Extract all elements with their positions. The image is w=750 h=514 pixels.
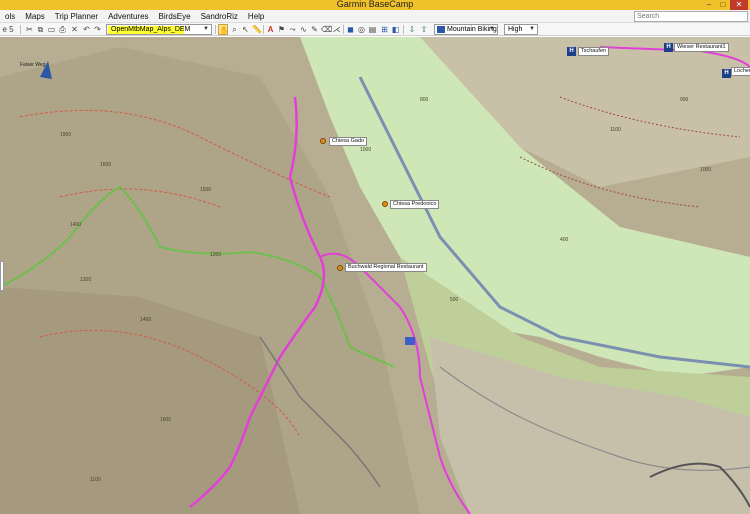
menu-adventures[interactable]: Adventures xyxy=(103,10,153,23)
search-input[interactable] xyxy=(634,11,748,22)
map-detail-label: High xyxy=(508,26,523,33)
chevron-down-icon: ▼ xyxy=(529,26,535,32)
menu-birdseye[interactable]: BirdsEye xyxy=(154,10,196,23)
contour-label: 1100 xyxy=(90,477,101,483)
toolbar-separator xyxy=(403,25,404,34)
contour-label: 1600 xyxy=(100,162,112,168)
contour-label: 1500 xyxy=(200,187,212,193)
contour-label: 1400 xyxy=(70,222,82,228)
toolbar: e 5 ✂ ⧉ ▭ ⎙ ✕ ↶ ↷ OpenMtbMap_Alps_DEM ▼ … xyxy=(0,23,750,36)
3d-view-icon[interactable]: ◧ xyxy=(391,24,400,35)
menu-sandroriz[interactable]: SandroRiz xyxy=(196,10,243,23)
hotel-icon[interactable]: H xyxy=(567,47,576,56)
route-tool-icon[interactable]: ⤳ xyxy=(288,24,297,35)
poi-marker[interactable] xyxy=(382,201,388,207)
split-tool-icon[interactable]: ⋌ xyxy=(332,24,341,35)
close-icon[interactable]: ✕ xyxy=(730,0,748,10)
zoom-tool-icon[interactable]: ⌕ xyxy=(230,24,239,35)
text-tool-icon[interactable]: A xyxy=(266,24,275,35)
minimize-icon[interactable]: – xyxy=(702,0,716,10)
select-tool-icon[interactable]: ↖ xyxy=(241,24,250,35)
contour-label: 1100 xyxy=(610,127,621,133)
map-view-icon[interactable]: ◼ xyxy=(346,24,355,35)
poi-tschaufen[interactable]: Tschaufen xyxy=(578,47,610,56)
redo-icon[interactable]: ↷ xyxy=(93,24,102,35)
hand-tool-icon[interactable]: ✋ xyxy=(218,24,229,35)
map-product-select[interactable]: OpenMtbMap_Alps_DEM ▼ xyxy=(106,24,212,35)
paste-icon[interactable]: ▭ xyxy=(47,24,56,35)
contour-label: 1300 xyxy=(80,277,92,283)
hotel-icon[interactable]: H xyxy=(664,43,673,52)
menu-trip-planner[interactable]: Trip Planner xyxy=(50,10,103,23)
contour-label: 1200 xyxy=(210,252,222,258)
eraser-tool-icon[interactable]: ⌫ xyxy=(321,24,332,35)
copy-icon[interactable]: ⧉ xyxy=(36,24,45,35)
print-icon[interactable]: ⎙ xyxy=(58,24,67,35)
menu-help[interactable]: Help xyxy=(243,10,269,23)
delete-icon[interactable]: ✕ xyxy=(70,24,79,35)
pencil-tool-icon[interactable]: ✎ xyxy=(310,24,319,35)
chevron-down-icon: ▼ xyxy=(489,26,495,32)
title-bar: Garmin BaseCamp – □ ✕ xyxy=(0,0,750,10)
toolbar-separator xyxy=(215,25,216,34)
poi-chiesa-predonico[interactable]: Chiesa Predonico xyxy=(390,200,440,209)
globe-icon[interactable]: ◎ xyxy=(357,24,366,35)
contour-label: 400 xyxy=(560,237,569,243)
menu-maps[interactable]: Maps xyxy=(20,10,50,23)
undo-icon[interactable]: ↶ xyxy=(82,24,91,35)
maximize-icon[interactable]: □ xyxy=(716,0,730,10)
contour-label: 800 xyxy=(420,97,429,103)
window-controls: – □ ✕ xyxy=(702,0,748,10)
bike-icon xyxy=(437,26,445,33)
poi-buchwald-restaurant[interactable]: Buchwald Regional Restaurant xyxy=(345,263,427,272)
toolbar-separator xyxy=(343,25,344,34)
poi-locher[interactable]: Locher xyxy=(731,67,750,76)
contour-label: 1400 xyxy=(140,317,152,323)
menu: ols Maps Trip Planner Adventures BirdsEy… xyxy=(0,10,269,23)
map-product-label: OpenMtbMap_Alps_DEM xyxy=(111,26,191,33)
ruler-tool-icon[interactable]: 📏 xyxy=(252,24,262,35)
contour-label: 900 xyxy=(680,97,689,103)
contour-label: 1000 xyxy=(700,167,712,173)
poi-wieser-restaurant[interactable]: Wieser Restaurant1 xyxy=(674,43,729,52)
poi-marker[interactable] xyxy=(337,265,343,271)
panel-resize-handle[interactable] xyxy=(0,261,4,291)
activity-profile-select[interactable]: Mountain Biking ▼ xyxy=(434,24,498,35)
map-view[interactable]: 1900 1600 1500 1400 1300 1100 1400 1600 … xyxy=(0,37,750,514)
send-to-device-icon[interactable]: ⇩ xyxy=(407,24,417,35)
poi-falser-weg[interactable]: Falser Weg xyxy=(20,62,45,68)
contour-label: 1900 xyxy=(60,132,72,138)
menu-bar: ols Maps Trip Planner Adventures BirdsEy… xyxy=(0,10,750,23)
receive-from-device-icon[interactable]: ⇧ xyxy=(419,24,429,35)
toolbar-separator xyxy=(263,25,264,34)
contour-label: 1600 xyxy=(160,417,172,423)
menu-tools[interactable]: ols xyxy=(0,10,20,23)
contour-label: 1000 xyxy=(360,147,372,153)
split-view-icon[interactable]: ⊞ xyxy=(380,24,389,35)
waypoint-tool-icon[interactable]: ⚑ xyxy=(277,24,286,35)
toolbar-separator xyxy=(20,25,21,34)
layers-icon[interactable]: ▤ xyxy=(368,24,377,35)
poi-chiesa-gado[interactable]: Chiesa Gado xyxy=(329,137,368,146)
map-canvas[interactable] xyxy=(0,37,750,514)
hotel-icon[interactable]: H xyxy=(722,69,731,78)
contour-label: 500 xyxy=(450,297,459,303)
window-title: Garmin BaseCamp xyxy=(336,0,414,9)
chevron-down-icon: ▼ xyxy=(203,26,209,32)
track-tool-icon[interactable]: ∿ xyxy=(299,24,308,35)
poi-marker[interactable] xyxy=(320,138,326,144)
map-detail-select[interactable]: High ▼ xyxy=(504,24,538,35)
toolbar-partial-label: e 5 xyxy=(2,25,14,34)
scissors-icon[interactable]: ✂ xyxy=(25,24,34,35)
